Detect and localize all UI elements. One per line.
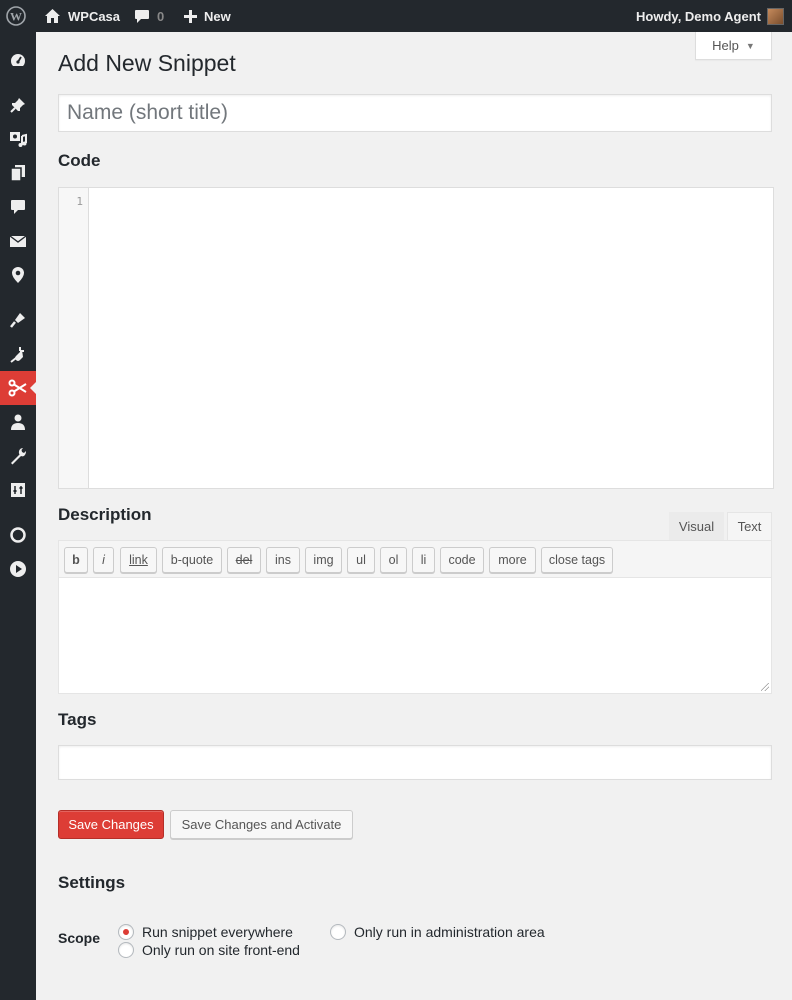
page-title: Add New Snippet [58, 50, 236, 76]
description-textarea[interactable] [59, 578, 771, 693]
dashboard-icon[interactable] [0, 43, 36, 77]
site-name: WPCasa [68, 8, 121, 24]
media-icon[interactable] [0, 122, 36, 156]
users-icon[interactable] [0, 405, 36, 439]
snippet-name-input[interactable] [58, 94, 772, 132]
qt-del-button[interactable]: del [227, 547, 261, 573]
caret-down-icon: ▼ [745, 40, 755, 51]
code-heading: Code [58, 151, 101, 170]
svg-text:W: W [10, 10, 22, 24]
description-editor: b i link b-quote del ins img ul ol li co… [58, 540, 772, 694]
tags-input[interactable] [58, 745, 772, 780]
save-and-activate-button[interactable]: Save Changes and Activate [170, 810, 353, 839]
quicktags-toolbar: b i link b-quote del ins img ul ol li co… [59, 541, 771, 578]
howdy-text: Howdy, Demo Agent [636, 8, 761, 24]
help-label: Help [712, 38, 739, 53]
tab-text[interactable]: Text [727, 512, 772, 541]
qt-ul-button[interactable]: ul [347, 547, 375, 573]
wordpress-logo-icon[interactable]: W [6, 0, 30, 32]
snippets-icon[interactable] [0, 371, 36, 405]
site-name-link[interactable]: WPCasa [44, 0, 120, 32]
comment-count: 0 [157, 8, 165, 24]
qt-li-button[interactable]: li [412, 547, 435, 573]
scope-option-front-end[interactable]: Only run on site front-end [118, 942, 300, 958]
help-tab-button[interactable]: Help ▼ [695, 32, 772, 60]
circle-icon[interactable] [0, 518, 36, 552]
avatar [767, 7, 784, 25]
description-heading: Description [58, 505, 152, 524]
scope-option-label: Only run in administration area [354, 924, 545, 940]
radio-unchecked[interactable] [330, 924, 346, 940]
settings-icon[interactable] [0, 473, 36, 507]
location-icon[interactable] [0, 258, 36, 292]
qt-code-button[interactable]: code [440, 547, 484, 573]
new-content-link[interactable]: New [184, 0, 231, 32]
account-menu[interactable]: Howdy, Demo Agent [636, 0, 784, 32]
plugins-icon[interactable] [0, 337, 36, 371]
line-number-gutter: 1 [59, 188, 89, 488]
radio-unchecked[interactable] [118, 942, 134, 958]
tags-heading: Tags [58, 710, 97, 729]
qt-bquote-button[interactable]: b-quote [162, 547, 222, 573]
scope-option-label: Run snippet everywhere [142, 924, 293, 940]
radio-checked[interactable] [118, 924, 134, 940]
comment-bubble-icon [135, 9, 149, 23]
appearance-icon[interactable] [0, 303, 36, 337]
qt-bold-button[interactable]: b [64, 547, 88, 573]
comments-icon[interactable] [0, 190, 36, 224]
new-label: New [204, 8, 231, 24]
qt-link-button[interactable]: link [120, 547, 157, 573]
mail-icon[interactable] [0, 224, 36, 258]
pin-icon[interactable] [0, 88, 36, 122]
admin-sidebar [0, 32, 36, 1000]
qt-close-tags-button[interactable]: close tags [541, 547, 613, 573]
line-number: 1 [76, 195, 83, 208]
pages-icon[interactable] [0, 156, 36, 190]
code-editor[interactable]: 1 [58, 187, 774, 489]
resize-handle[interactable] [761, 683, 769, 691]
scope-label: Scope [58, 930, 101, 946]
scope-option-admin[interactable]: Only run in administration area [330, 924, 545, 940]
play-icon[interactable] [0, 552, 36, 586]
home-icon [45, 9, 60, 23]
scope-option-everywhere[interactable]: Run snippet everywhere [118, 924, 293, 940]
comments-link[interactable]: 0 [134, 0, 164, 32]
settings-heading: Settings [58, 873, 126, 892]
qt-more-button[interactable]: more [489, 547, 536, 573]
plus-icon [184, 9, 197, 23]
tab-visual[interactable]: Visual [669, 512, 724, 541]
qt-ol-button[interactable]: ol [380, 547, 407, 573]
qt-img-button[interactable]: img [305, 547, 342, 573]
qt-ins-button[interactable]: ins [266, 547, 300, 573]
admin-bar: W WPCasa 0 New Howdy, Demo Agent [0, 0, 792, 32]
scope-option-label: Only run on site front-end [142, 942, 300, 958]
save-changes-button[interactable]: Save Changes [58, 810, 164, 839]
tools-icon[interactable] [0, 439, 36, 473]
qt-italic-button[interactable]: i [93, 547, 114, 573]
